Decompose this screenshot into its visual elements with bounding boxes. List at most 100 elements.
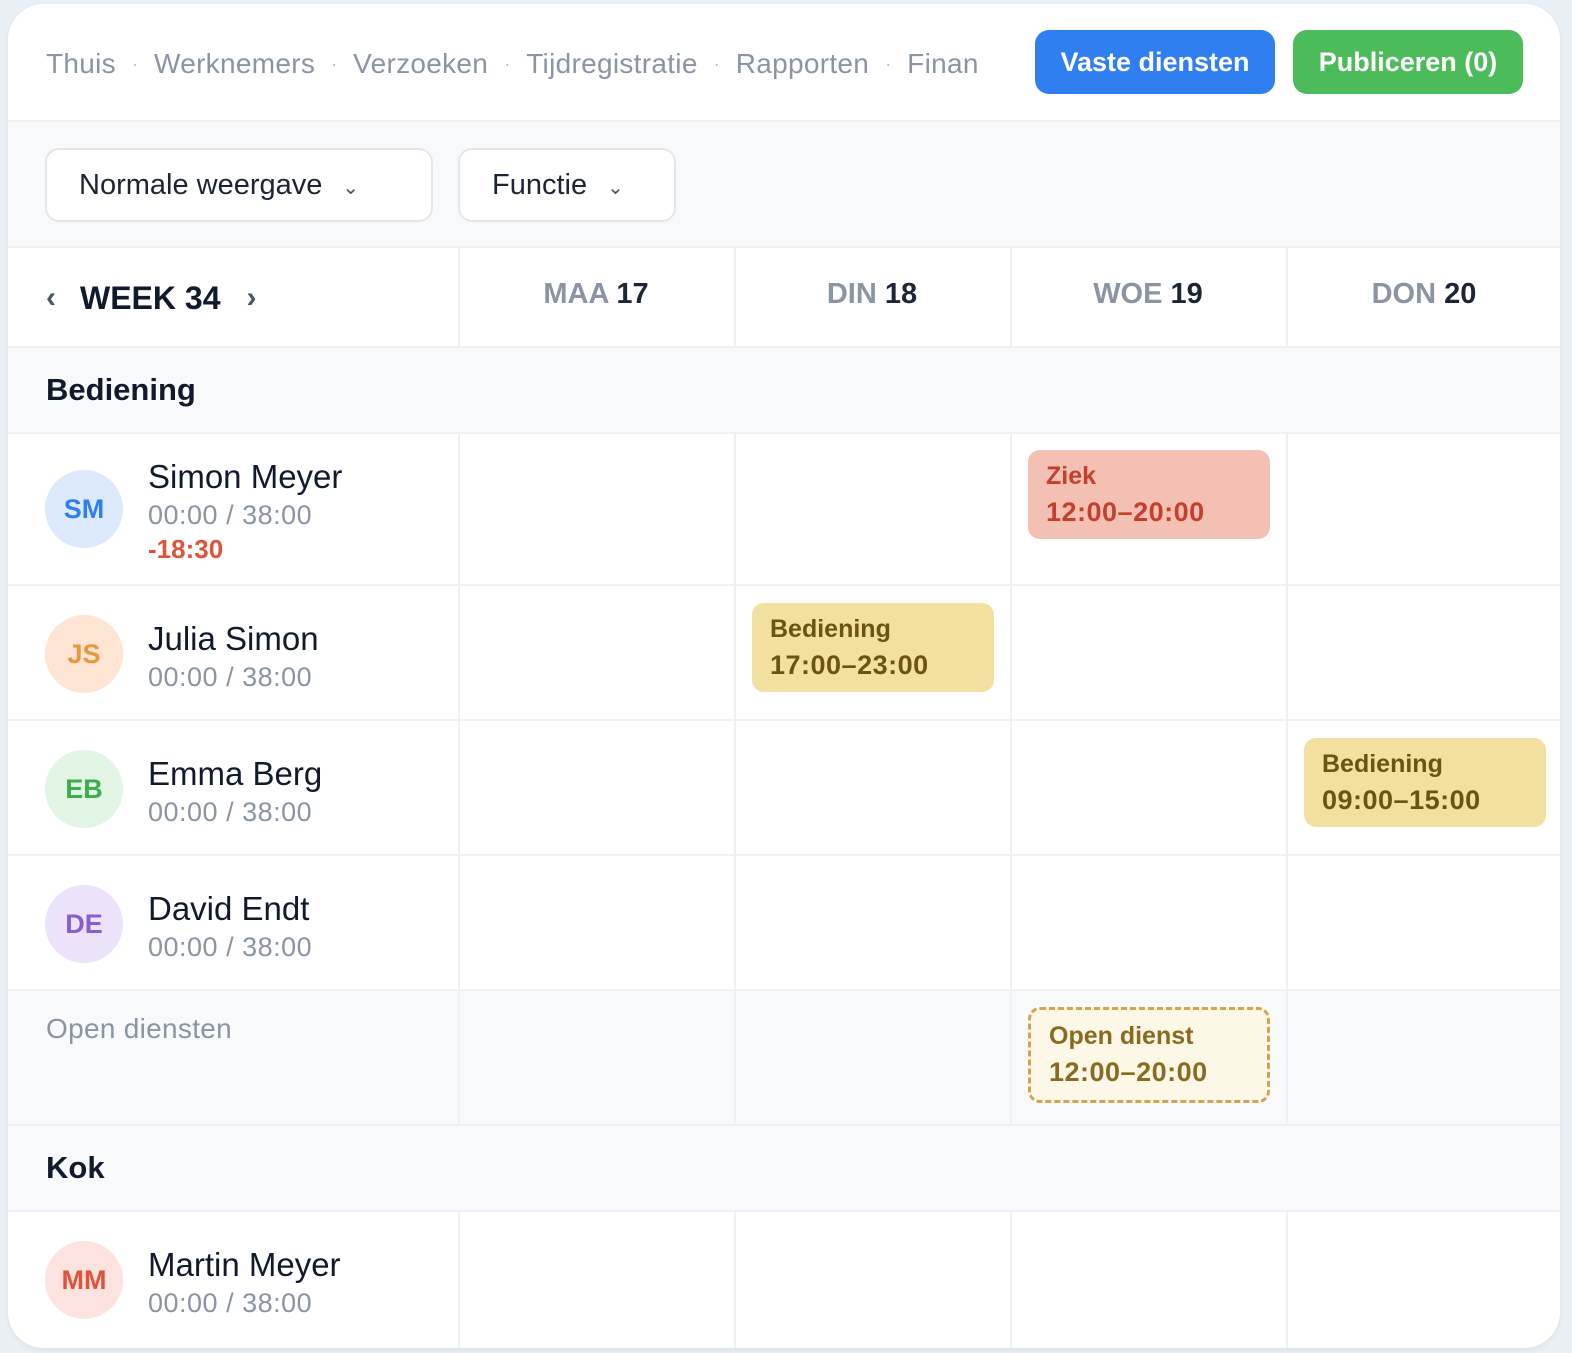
chevron-down-icon: ⌄: [607, 176, 624, 199]
schedule-cell[interactable]: [1286, 434, 1560, 584]
avatar: DE: [45, 885, 123, 963]
publish-button[interactable]: Publiceren (0): [1293, 30, 1523, 94]
schedule-cell[interactable]: Bediening 17:00–23:00: [734, 586, 1010, 719]
schedule-cell[interactable]: [734, 856, 1010, 989]
shift-card[interactable]: Bediening 09:00–15:00: [1304, 738, 1546, 827]
shift-time: 17:00–23:00: [770, 650, 929, 680]
top-bar: Thuis · Werknemers · Verzoeken · Tijdreg…: [8, 4, 1560, 122]
shift-card-sick[interactable]: Ziek 12:00–20:00: [1028, 450, 1270, 539]
schedule-cell[interactable]: [458, 434, 734, 584]
employee-hours: 00:00 / 38:00: [148, 932, 313, 962]
chevron-left-icon[interactable]: ‹: [46, 281, 56, 315]
chevron-right-icon[interactable]: ›: [246, 281, 256, 315]
schedule-cell[interactable]: [1286, 856, 1560, 989]
section-header-kok: Kok: [8, 1126, 1560, 1212]
schedule-cell[interactable]: [458, 586, 734, 719]
scheduler-window: Thuis · Werknemers · Verzoeken · Tijdreg…: [8, 4, 1560, 1348]
schedule-cell[interactable]: [458, 991, 734, 1124]
chevron-down-icon: ⌄: [342, 176, 360, 199]
shift-time: 09:00–15:00: [1322, 785, 1481, 815]
nav-separator: ·: [885, 53, 892, 74]
schedule-cell[interactable]: [458, 721, 734, 854]
schedule-cell[interactable]: [458, 856, 734, 989]
employee-hours: 00:00 / 38:00: [148, 1288, 313, 1318]
avatar: EB: [45, 750, 123, 828]
fixed-shifts-button[interactable]: Vaste diensten: [1035, 30, 1275, 94]
shift-time: 12:00–20:00: [1046, 497, 1205, 527]
week-navigator: ‹ WEEK 34 ›: [46, 278, 256, 318]
nav-separator: ·: [131, 53, 138, 74]
day-date: 19: [1170, 278, 1203, 310]
day-name: WOE: [1093, 278, 1163, 310]
employee-hours: 00:00 / 38:00: [148, 662, 313, 692]
shift-label: Bediening: [1322, 750, 1443, 778]
day-header-tue: DIN 18: [734, 248, 1010, 346]
avatar: MM: [45, 1241, 123, 1319]
schedule-cell[interactable]: [1010, 721, 1286, 854]
schedule-cell[interactable]: [734, 991, 1010, 1124]
nav-item-reports[interactable]: Rapporten: [736, 48, 869, 80]
schedule-cell[interactable]: [1010, 1212, 1286, 1348]
avatar: SM: [45, 470, 123, 548]
day-name: DIN: [826, 278, 877, 310]
nav-separator: ·: [504, 53, 511, 74]
nav-separator: ·: [331, 53, 338, 74]
day-date: 20: [1444, 278, 1477, 310]
schedule-cell[interactable]: [1010, 586, 1286, 719]
nav-item-requests[interactable]: Verzoeken: [353, 48, 488, 80]
schedule-cell[interactable]: Ziek 12:00–20:00: [1010, 434, 1286, 584]
schedule-cell[interactable]: [734, 721, 1010, 854]
day-header-wed: WOE 19: [1010, 248, 1286, 346]
week-header-row: ‹ WEEK 34 › MAA 17 DIN 18 WOE 19 DON 20: [8, 248, 1560, 348]
employee-row: SM Simon Meyer 00:00 / 38:00 -18:30 Ziek…: [8, 434, 1560, 586]
section-header-bediening: Bediening: [8, 348, 1560, 434]
schedule-cell[interactable]: [1286, 991, 1560, 1124]
schedule-cell[interactable]: [734, 1212, 1010, 1348]
employee-row: DE David Endt 00:00 / 38:00: [8, 856, 1560, 991]
open-shifts-row: Open diensten Open dienst 12:00–20:00: [8, 991, 1560, 1126]
main-nav: Thuis · Werknemers · Verzoeken · Tijdreg…: [46, 42, 1011, 86]
schedule-cell[interactable]: [1286, 1212, 1560, 1348]
filter-bar: Normale weergave ⌄ Functie ⌄: [8, 122, 1560, 248]
nav-item-time-tracking[interactable]: Tijdregistratie: [526, 48, 698, 80]
week-label: WEEK 34: [80, 279, 221, 316]
shift-label: Bediening: [770, 615, 891, 643]
day-date: 18: [884, 278, 918, 310]
nav-separator: ·: [713, 53, 720, 74]
employee-name[interactable]: Emma Berg: [148, 755, 322, 793]
day-header-mon: MAA 17: [458, 248, 734, 346]
section-title: Bediening: [46, 372, 196, 407]
schedule-cell[interactable]: Bediening 09:00–15:00: [1286, 721, 1560, 854]
shift-card[interactable]: Bediening 17:00–23:00: [752, 603, 994, 692]
view-dropdown[interactable]: Normale weergave ⌄: [45, 148, 433, 222]
section-title: Kok: [46, 1150, 105, 1185]
nav-item-finance[interactable]: Finan: [907, 48, 979, 80]
open-shifts-label: Open diensten: [46, 1013, 233, 1044]
view-dropdown-label: Normale weergave: [79, 168, 323, 201]
employee-hours: 00:00 / 38:00: [148, 797, 313, 827]
employee-name[interactable]: Julia Simon: [148, 620, 319, 658]
employee-name[interactable]: David Endt: [148, 890, 309, 928]
shift-label: Open dienst: [1049, 1022, 1194, 1050]
nav-item-employees[interactable]: Werknemers: [154, 48, 315, 80]
employee-row: JS Julia Simon 00:00 / 38:00 Bediening 1…: [8, 586, 1560, 721]
schedule-cell[interactable]: [734, 434, 1010, 584]
schedule-cell[interactable]: Open dienst 12:00–20:00: [1010, 991, 1286, 1124]
employee-name[interactable]: Simon Meyer: [148, 458, 342, 496]
employee-name[interactable]: Martin Meyer: [148, 1246, 341, 1284]
day-name: MAA: [543, 278, 609, 310]
schedule-cell[interactable]: [1010, 856, 1286, 989]
day-header-thu: DON 20: [1286, 248, 1560, 346]
employee-row: MM Martin Meyer 00:00 / 38:00: [8, 1212, 1560, 1348]
avatar: JS: [45, 615, 123, 693]
nav-item-home[interactable]: Thuis: [46, 48, 116, 80]
shift-time: 12:00–20:00: [1049, 1057, 1208, 1087]
employee-hours: 00:00 / 38:00: [148, 500, 313, 530]
day-name: DON: [1371, 278, 1437, 310]
function-dropdown-label: Functie: [492, 168, 588, 201]
function-dropdown[interactable]: Functie ⌄: [458, 148, 676, 222]
open-shift-card[interactable]: Open dienst 12:00–20:00: [1028, 1007, 1270, 1103]
schedule-cell[interactable]: [1286, 586, 1560, 719]
schedule-cell[interactable]: [458, 1212, 734, 1348]
day-date: 17: [616, 278, 649, 310]
